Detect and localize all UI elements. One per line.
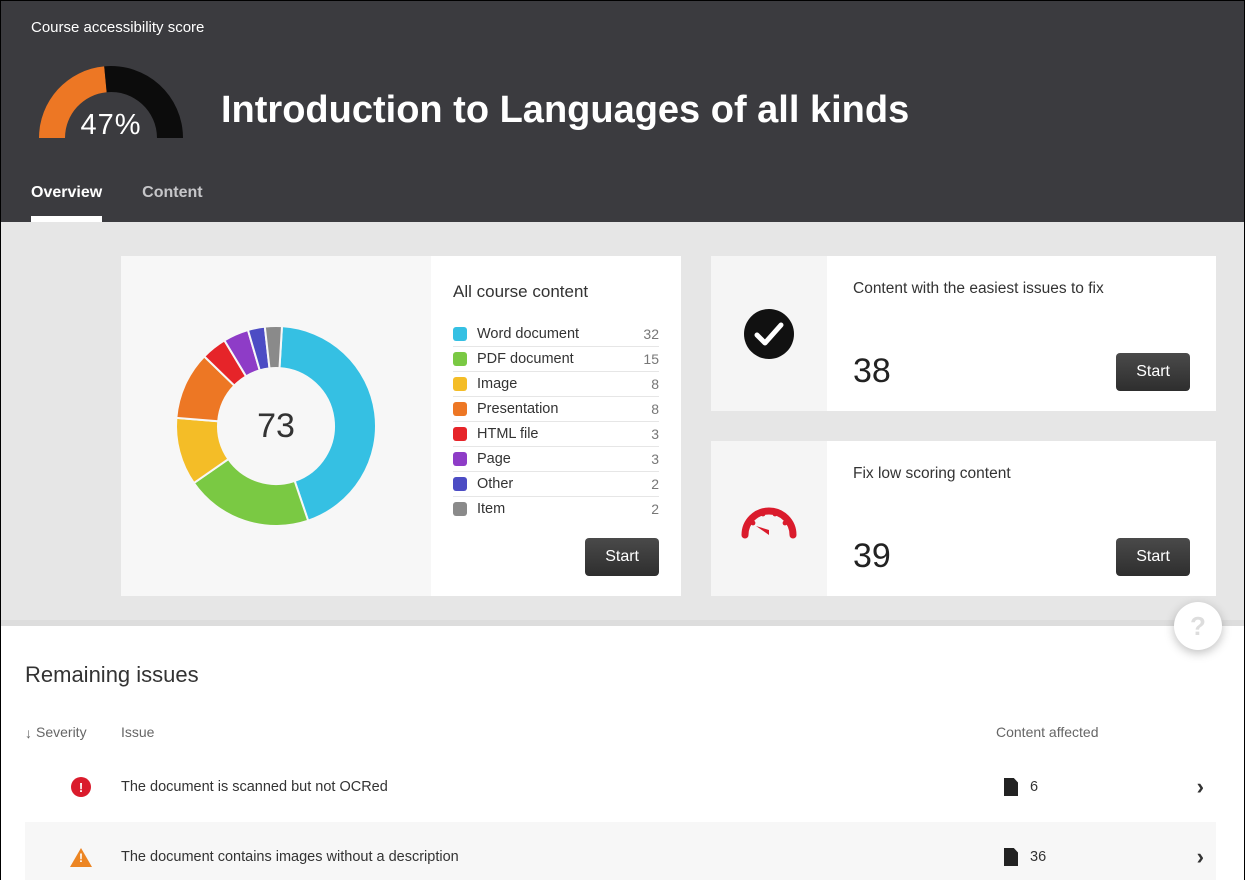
legend-swatch-icon — [453, 477, 467, 491]
legend-row[interactable]: Presentation8 — [453, 397, 659, 422]
legend-label: HTML file — [477, 426, 651, 442]
legend-count: 2 — [651, 501, 659, 517]
course-title: Introduction to Languages of all kinds — [221, 89, 909, 132]
help-button[interactable]: ? — [1174, 602, 1222, 650]
section-label: Course accessibility score — [31, 19, 1214, 36]
legend-label: Word document — [477, 326, 643, 342]
legend-row[interactable]: Page3 — [453, 447, 659, 472]
legend-count: 32 — [643, 326, 659, 342]
easiest-fix-tile: Content with the easiest issues to fix 3… — [711, 256, 1216, 411]
issue-text: The document is scanned but not OCRed — [121, 779, 1004, 795]
check-circle-icon — [711, 256, 827, 411]
legend-row[interactable]: Other2 — [453, 472, 659, 497]
legend-count: 3 — [651, 426, 659, 442]
col-severity[interactable]: ↓Severity — [25, 724, 121, 740]
chevron-right-icon: › — [1197, 844, 1204, 869]
legend-label: Image — [477, 376, 651, 392]
legend-count: 3 — [651, 451, 659, 467]
chevron-right-icon: › — [1197, 774, 1204, 799]
remaining-issues: Remaining issues ↓Severity Issue Content… — [1, 626, 1244, 880]
affected-count: 36 — [1030, 849, 1046, 865]
file-icon — [1004, 848, 1018, 866]
col-issue[interactable]: Issue — [121, 724, 996, 740]
easiest-start-button[interactable]: Start — [1116, 353, 1190, 391]
legend-swatch-icon — [453, 352, 467, 366]
issue-row[interactable]: ! The document is scanned but not OCRed 6 › — [25, 752, 1216, 822]
legend-label: Other — [477, 476, 651, 492]
issue-row[interactable]: The document contains images without a d… — [25, 822, 1216, 880]
easiest-title: Content with the easiest issues to fix — [853, 280, 1190, 298]
legend-swatch-icon — [453, 452, 467, 466]
legend-swatch-icon — [453, 377, 467, 391]
file-icon — [1004, 778, 1018, 796]
content-panel: 73 All course content Word document32PDF… — [121, 256, 681, 596]
low-title: Fix low scoring content — [853, 465, 1190, 483]
donut-chart: 73 — [121, 256, 431, 596]
severity-medium-icon — [70, 848, 92, 867]
legend-label: Item — [477, 501, 651, 517]
legend-swatch-icon — [453, 502, 467, 516]
low-score-tile: Fix low scoring content 39 Start — [711, 441, 1216, 596]
legend-count: 8 — [651, 376, 659, 392]
content-total: 73 — [257, 407, 295, 446]
tab-overview[interactable]: Overview — [31, 184, 102, 222]
legend-count: 2 — [651, 476, 659, 492]
col-affected[interactable]: Content affected — [996, 724, 1216, 740]
affected-count: 6 — [1030, 779, 1038, 795]
legend-label: Page — [477, 451, 651, 467]
low-count: 39 — [853, 537, 1116, 576]
legend-row[interactable]: PDF document15 — [453, 347, 659, 372]
tab-content[interactable]: Content — [142, 184, 202, 222]
gauge-icon — [711, 441, 827, 596]
severity-high-icon: ! — [71, 777, 91, 797]
low-start-button[interactable]: Start — [1116, 538, 1190, 576]
score-gauge: 47% — [31, 58, 191, 138]
legend-swatch-icon — [453, 402, 467, 416]
issues-heading: Remaining issues — [25, 662, 1216, 688]
score-percent: 47% — [31, 109, 191, 142]
legend-count: 15 — [643, 351, 659, 367]
legend-row[interactable]: Word document32 — [453, 322, 659, 347]
header: Course accessibility score 47% Introduct… — [1, 1, 1244, 222]
legend-row[interactable]: Item2 — [453, 497, 659, 521]
legend-label: Presentation — [477, 401, 651, 417]
content-start-button[interactable]: Start — [585, 538, 659, 576]
legend-swatch-icon — [453, 327, 467, 341]
issues-header-row: ↓Severity Issue Content affected — [25, 724, 1216, 752]
legend-count: 8 — [651, 401, 659, 417]
dashboard: 73 All course content Word document32PDF… — [1, 222, 1244, 626]
legend-row[interactable]: Image8 — [453, 372, 659, 397]
legend-label: PDF document — [477, 351, 643, 367]
easiest-count: 38 — [853, 352, 1116, 391]
tabs: Overview Content — [31, 184, 1214, 222]
content-panel-title: All course content — [453, 282, 659, 302]
legend-swatch-icon — [453, 427, 467, 441]
legend-row[interactable]: HTML file3 — [453, 422, 659, 447]
issue-text: The document contains images without a d… — [121, 849, 1004, 865]
